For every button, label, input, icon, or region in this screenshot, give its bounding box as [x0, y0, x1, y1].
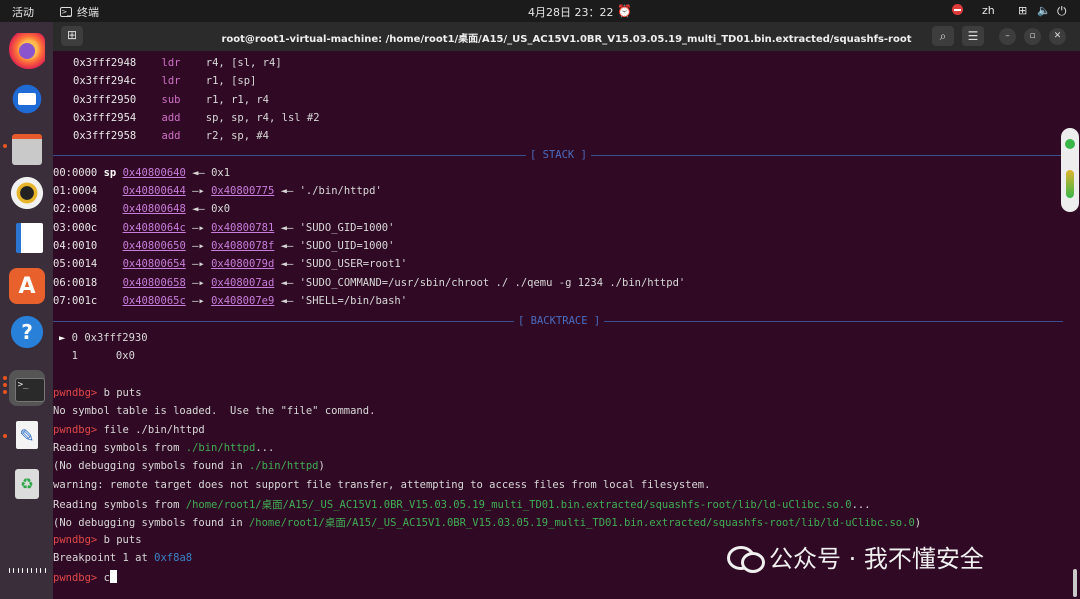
disasm-line: 0x3fff2958 add r2, sp, #4 — [73, 130, 269, 142]
volume-icon[interactable]: 🔈 — [1037, 4, 1051, 17]
terminal-app-icon: >_ — [60, 7, 72, 17]
disasm-line: 0x3fff294c ldr r1, [sp] — [73, 75, 257, 87]
console-line: Reading symbols from /home/root1/桌面/A15/… — [53, 499, 871, 511]
writer-icon[interactable] — [9, 221, 45, 257]
stack-row: 04:0010 0x40800650 —▸ 0x4080078f ◄— 'SUD… — [53, 240, 395, 252]
console-line: pwndbg> b puts — [53, 387, 142, 399]
recording-indicator-icon[interactable] — [952, 4, 963, 15]
stack-row: 01:0004 0x40800644 —▸ 0x40800775 ◄— './b… — [53, 185, 382, 197]
stack-section-label: [ STACK ] — [526, 149, 591, 161]
trash-icon[interactable]: ♻ — [9, 466, 45, 502]
disasm-line: 0x3fff2950 sub r1, r1, r4 — [73, 94, 269, 106]
files-icon[interactable] — [9, 128, 45, 165]
backtrace-row: ► 0 0x3fff2930 — [59, 332, 148, 344]
backtrace-section-label: [ BACKTRACE ] — [514, 315, 605, 327]
stack-row: 02:0008 0x40800648 ◄— 0x0 — [53, 203, 231, 215]
alarm-icon: ⏰ — [617, 4, 632, 18]
disasm-line: 0x3fff2954 add sp, sp, r4, lsl #2 — [73, 112, 320, 124]
minimize-button[interactable]: – — [999, 28, 1016, 45]
rhythmbox-icon[interactable] — [9, 175, 45, 211]
wechat-icon — [727, 542, 765, 573]
text-cursor — [109, 570, 117, 583]
terminal-window: ⊞ root@root1-virtual-machine: /home/root… — [53, 22, 1080, 599]
level-bar-icon — [1066, 170, 1074, 198]
running-indicator — [3, 390, 7, 394]
console-line: (No debugging symbols found in /home/roo… — [53, 517, 922, 529]
terminal-icon[interactable]: >_ — [9, 370, 45, 406]
running-indicator — [3, 376, 7, 380]
stack-row: 05:0014 0x40800654 —▸ 0x4080079d ◄— 'SUD… — [53, 258, 408, 270]
console-line: Breakpoint 1 at 0xf8a8 — [53, 552, 193, 564]
terminal-output[interactable]: 0x3fff2948 ldr r4, [sl, r4] 0x3fff294c l… — [53, 51, 1080, 599]
dock: A ? >_ ✎ ♻ — [0, 22, 53, 599]
console-line: No symbol table is loaded. Use the "file… — [53, 405, 376, 417]
disasm-line: 0x3fff2948 ldr r4, [sl, r4] — [73, 57, 282, 69]
title-bar: ⊞ root@root1-virtual-machine: /home/root… — [53, 22, 1080, 51]
running-indicator — [3, 144, 7, 148]
stack-row: 07:001c 0x4080065c —▸ 0x408007e9 ◄— 'SHE… — [53, 295, 408, 307]
maximize-button[interactable]: ▫ — [1024, 28, 1041, 45]
thunderbird-icon[interactable] — [9, 81, 45, 117]
app-center-icon[interactable]: A — [9, 268, 45, 304]
console-line: Reading symbols from ./bin/httpd... — [53, 442, 275, 454]
power-icon[interactable]: ⏻ — [1057, 4, 1067, 19]
text-editor-icon[interactable]: ✎ — [9, 418, 45, 454]
app-menu-label: 终端 — [77, 6, 99, 19]
firefox-icon[interactable] — [9, 33, 45, 69]
running-indicator — [3, 383, 7, 387]
network-icon[interactable]: ⊞ — [1018, 4, 1027, 17]
floating-widget[interactable] — [1061, 128, 1079, 212]
console-line: pwndbg> b puts — [53, 534, 142, 546]
show-apps-icon[interactable] — [9, 552, 45, 588]
top-bar: 活动 >_ 终端 4月28日 23：22 ⏰ zh ⊞ 🔈 ⏻ — [0, 0, 1080, 22]
console-line: warning: remote target does not support … — [53, 479, 711, 491]
stack-row: 00:0000 sp 0x40800640 ◄— 0x1 — [53, 167, 231, 179]
scrollbar[interactable] — [1073, 569, 1077, 597]
window-title: root@root1-virtual-machine: /home/root1/… — [221, 34, 912, 45]
stack-row: 06:0018 0x40800658 —▸ 0x408007ad ◄— 'SUD… — [53, 277, 686, 289]
console-line: (No debugging symbols found in ./bin/htt… — [53, 460, 325, 472]
activities-button[interactable]: 活动 — [12, 4, 34, 20]
backtrace-row: 1 0x0 — [71, 350, 135, 362]
watermark-text: 公众号 · 我不懂安全 — [769, 545, 984, 573]
console-line: pwndbg> file ./bin/httpd — [53, 424, 205, 436]
watermark: 公众号 · 我不懂安全 — [727, 539, 984, 574]
input-method-indicator[interactable]: zh — [982, 4, 995, 17]
menu-button[interactable]: ☰ — [962, 26, 984, 46]
help-icon[interactable]: ? — [9, 314, 45, 350]
status-dot-icon — [1065, 139, 1075, 149]
clock[interactable]: 4月28日 23：22 — [528, 4, 614, 20]
stack-row: 03:000c 0x4080064c —▸ 0x40800781 ◄— 'SUD… — [53, 222, 395, 234]
running-indicator — [3, 434, 7, 438]
close-button[interactable]: ✕ — [1049, 28, 1066, 45]
search-button[interactable]: ⌕ — [932, 26, 954, 46]
console-input-line[interactable]: pwndbg> c — [53, 570, 117, 586]
app-menu[interactable]: >_ 终端 — [60, 4, 99, 20]
